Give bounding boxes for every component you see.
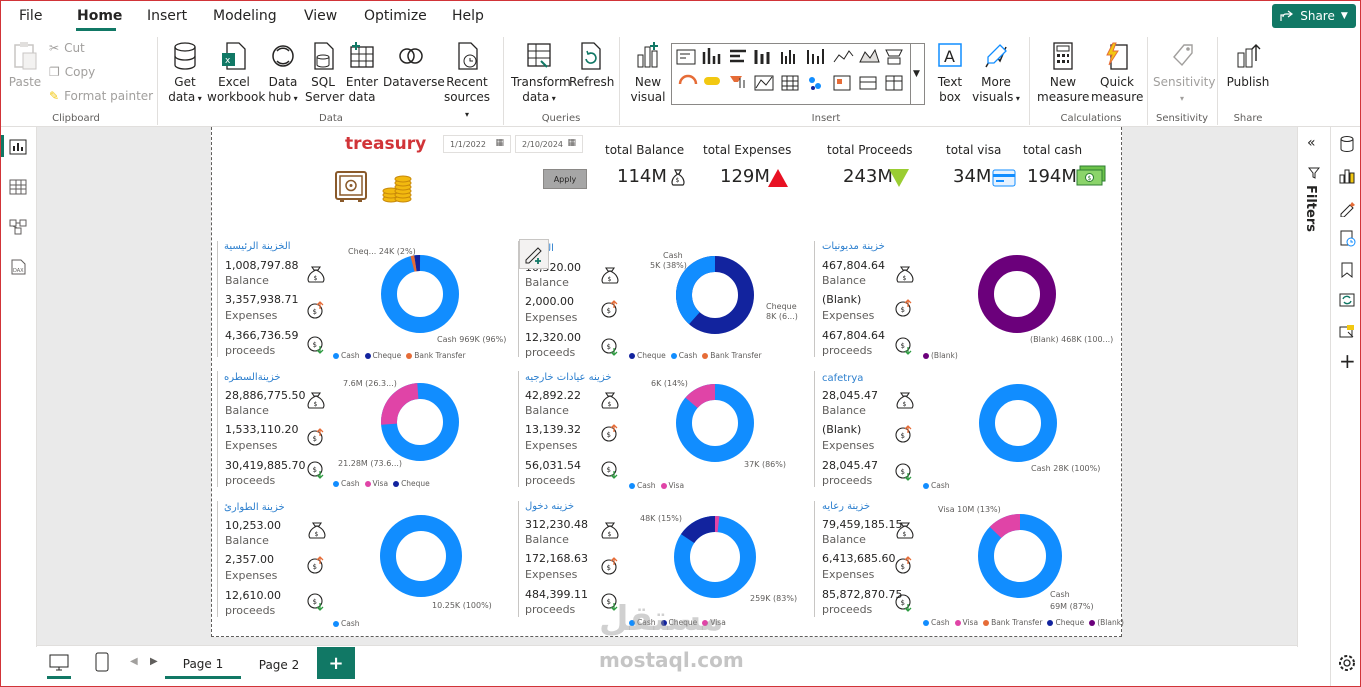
watermark-latin: mostaql.com (599, 648, 744, 672)
slice-label: Cash 969K (96%) (437, 335, 507, 344)
slice-label: 259K (83%) (750, 594, 798, 603)
slice-label: Cheque (766, 302, 797, 311)
performance-analyzer-icon[interactable] (1338, 229, 1356, 247)
chart-legend: Cash (333, 619, 360, 628)
bookmark-icon[interactable] (1338, 261, 1356, 279)
donut-chart-care[interactable] (978, 513, 1062, 598)
mobile-layout-icon[interactable] (95, 652, 109, 672)
format-pane-icon[interactable] (1338, 199, 1356, 217)
filters-label: Filters (1303, 185, 1318, 232)
slice-label: Cheq... 24K (2%) (348, 247, 416, 256)
slice-label: 10.25K (100%) (432, 601, 492, 610)
chart-legend: Cash Visa Cheque (333, 479, 430, 488)
slice-label: 69M (87%) (1050, 602, 1094, 611)
donut-chart-main[interactable] (381, 255, 459, 333)
filter-icon (1308, 167, 1320, 179)
slice-label: Cash 28K (100%) (1031, 464, 1101, 473)
right-pane-switcher: + (1330, 127, 1360, 686)
slice-label: 37K (86%) (744, 460, 786, 469)
donut-chart-outpatient[interactable] (676, 384, 754, 462)
slice-label: 8K (6...) (766, 312, 798, 321)
add-page-button[interactable]: + (317, 647, 355, 679)
slice-label: (Blank) 468K (100...) (1030, 335, 1114, 344)
chart-legend: Cheque Cash Bank Transfer (629, 351, 762, 360)
tab-page-1[interactable]: Page 1 (165, 651, 241, 679)
donut-chart-cafetrya[interactable] (979, 384, 1057, 462)
expand-chevron-icon[interactable]: « (1307, 135, 1316, 151)
chart-legend: Cash (923, 481, 950, 490)
donut-chart-satra[interactable] (381, 383, 459, 461)
chart-legend: Cash Cheque Bank Transfer (333, 351, 466, 360)
tab-page-2[interactable]: Page 2 (245, 651, 313, 679)
scroll-right-icon[interactable]: ▶ (150, 656, 158, 667)
slice-label: 21.28M (73.6...) (338, 459, 403, 468)
slice-label: Visa 10M (13%) (938, 505, 1001, 514)
donut-charts (380, 255, 1062, 598)
scroll-left-icon[interactable]: ◀ (130, 656, 138, 667)
slice-label: Cash (1050, 590, 1070, 599)
sync-slicers-icon[interactable] (1338, 291, 1356, 309)
data-pane-icon[interactable] (1338, 135, 1356, 153)
add-pane-icon[interactable]: + (1339, 349, 1356, 373)
visualizations-pane-icon[interactable] (1338, 167, 1356, 185)
watermark-arabic: مستقل (599, 599, 724, 639)
slice-label: 7.6M (26.3...) (343, 379, 397, 388)
selection-pane-icon[interactable] (1338, 323, 1356, 341)
power-bi-window: { "menu": {"items": ["File","Home","Inse… (0, 0, 1361, 687)
slice-label: 5K (38%) (650, 261, 687, 270)
chart-legend: Cash Visa (629, 481, 684, 490)
slice-label: 6K (14%) (651, 379, 688, 388)
chart-legend: (Blank) (923, 351, 958, 360)
donut-chart-debts[interactable] (978, 255, 1056, 333)
donut-chart-admission[interactable] (674, 516, 756, 598)
active-layout-indicator (47, 676, 71, 679)
filters-pane-collapsed[interactable]: « Filters (1297, 127, 1329, 647)
slice-label: Cash (663, 251, 683, 260)
slice-label: 48K (15%) (640, 514, 682, 523)
donut-chart-emergency[interactable] (380, 515, 462, 597)
donut-chart-khazina[interactable] (675, 255, 754, 334)
chart-legend: Cash Visa Bank Transfer Cheque (Blank) (923, 618, 1124, 627)
desktop-layout-icon[interactable] (49, 654, 69, 672)
settings-gear-icon[interactable] (1337, 653, 1357, 673)
